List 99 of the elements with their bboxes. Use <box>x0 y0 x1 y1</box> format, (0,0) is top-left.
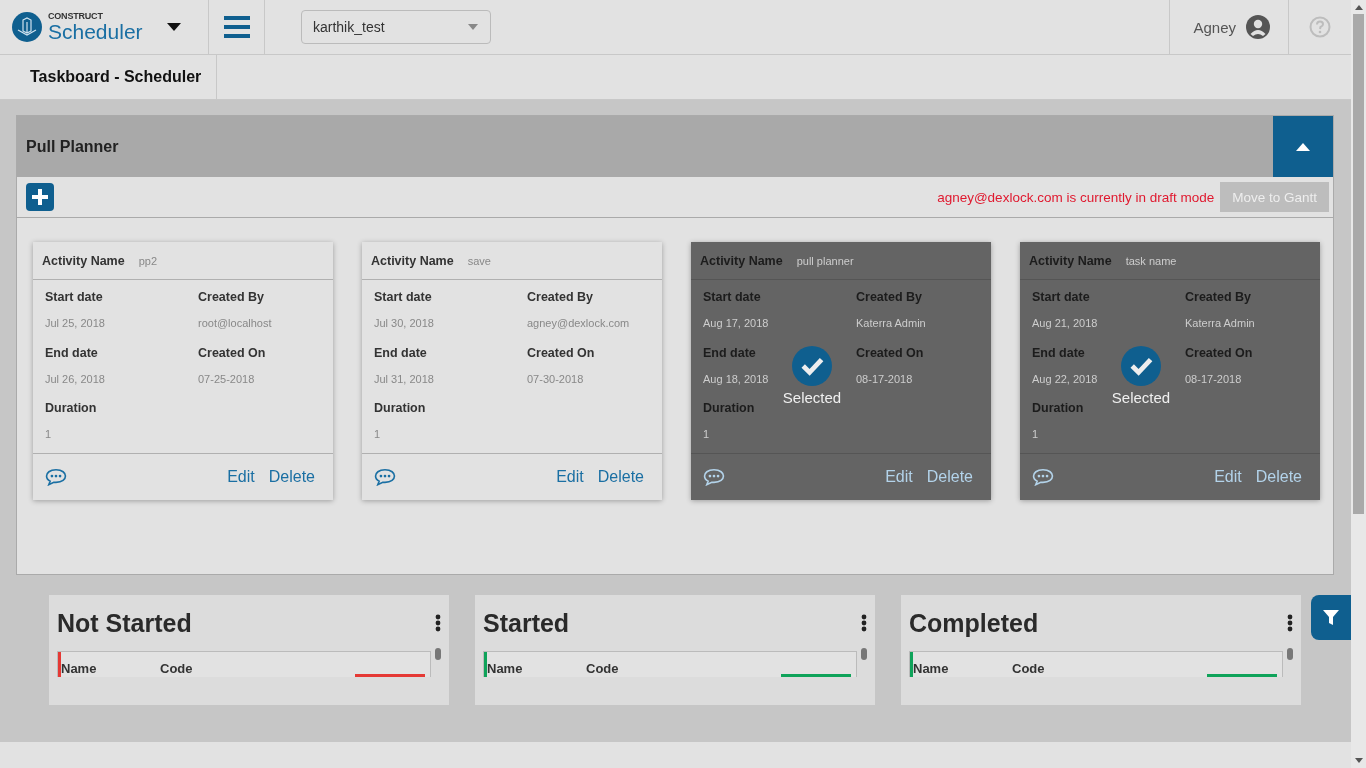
logo-icon <box>12 12 42 42</box>
field-label: Created By <box>1185 290 1252 304</box>
field-value: Aug 17, 2018 <box>703 317 770 330</box>
column-title: Not Started <box>57 608 192 638</box>
more-icon[interactable] <box>435 614 441 632</box>
activity-name: save <box>467 254 491 267</box>
field-value: root@localhost <box>198 317 273 330</box>
field-label: Activity Name <box>42 253 125 268</box>
field-label: Start date <box>45 290 104 304</box>
field-value: Katerra Admin <box>856 317 927 330</box>
field-label: End date <box>374 345 428 360</box>
status-bar <box>355 674 425 677</box>
add-icon[interactable] <box>26 183 54 211</box>
field-label: Duration <box>374 401 427 416</box>
comment-icon[interactable] <box>45 468 67 486</box>
activity-name: pull planner <box>796 254 854 267</box>
field-value: Jul 31, 2018 <box>374 372 435 386</box>
page-scrollbar[interactable] <box>1351 0 1366 768</box>
field-label: Duration <box>703 401 756 416</box>
menu-icon[interactable] <box>223 16 250 38</box>
draft-notice: agney@dexlock.com is currently in draft mode <box>937 189 1215 205</box>
field-value: Jul 30, 2018 <box>374 317 435 330</box>
field-label: Activity Name <box>700 253 783 268</box>
caret-icon[interactable] <box>166 23 181 31</box>
caret-icon[interactable] <box>1296 142 1310 151</box>
field-value: 1 <box>45 428 53 442</box>
logo-subtitle: CONSTRUCT <box>48 12 104 21</box>
selected-label: Selected <box>782 389 842 406</box>
activity-card[interactable]: Activity Name save Start date Jul 30, 2018 Created By agney@dexlock.com End date Jul 31, 2018 Created On 07-30-2018 Duration 1 Edit Delete <box>362 242 662 500</box>
column-header: Code <box>585 660 620 676</box>
delete-link[interactable]: Delete <box>926 468 973 486</box>
more-icon[interactable] <box>1287 614 1293 632</box>
scrollbar-thumb[interactable] <box>435 648 441 660</box>
scrollbar-thumb[interactable] <box>1287 648 1293 660</box>
selected-label: Selected <box>1111 389 1171 406</box>
delete-link[interactable]: Delete <box>1255 468 1302 486</box>
field-label: Created By <box>198 290 265 304</box>
field-label: Start date <box>703 290 762 304</box>
edit-link[interactable]: Edit <box>227 468 255 486</box>
scroll-up-icon[interactable] <box>1354 5 1363 10</box>
field-label: Activity Name <box>1029 253 1112 268</box>
field-value: Aug 21, 2018 <box>1032 317 1099 330</box>
field-label: Created On <box>198 345 267 360</box>
logo-title: Scheduler <box>48 21 143 42</box>
project-select[interactable]: karthik_test <box>301 10 491 44</box>
field-value: 1 <box>1032 428 1040 442</box>
comment-icon[interactable] <box>374 468 396 486</box>
field-value: 1 <box>374 428 382 442</box>
filter-icon[interactable] <box>1323 609 1339 626</box>
field-label: Created By <box>856 290 923 304</box>
field-label: Start date <box>374 290 433 304</box>
field-label: End date <box>1032 345 1086 360</box>
status-bar <box>1207 674 1277 677</box>
scrollbar-thumb[interactable] <box>861 648 867 660</box>
column-header: Name <box>913 660 950 676</box>
panel-title: Pull Planner <box>26 137 119 156</box>
field-value: 08-17-2018 <box>856 372 914 386</box>
edit-link[interactable]: Edit <box>1214 468 1242 486</box>
delete-link[interactable]: Delete <box>268 468 315 486</box>
field-value: Jul 25, 2018 <box>45 317 106 330</box>
column-title: Completed <box>909 608 1039 638</box>
activity-name: pp2 <box>138 254 158 267</box>
more-icon[interactable] <box>861 614 867 632</box>
field-label: End date <box>703 345 757 360</box>
edit-link[interactable]: Edit <box>885 468 913 486</box>
field-label: Created On <box>527 345 596 360</box>
field-value: Aug 22, 2018 <box>1032 372 1099 386</box>
field-value: Jul 26, 2018 <box>45 372 106 386</box>
column-title: Started <box>483 608 570 638</box>
user-icon[interactable] <box>1246 15 1270 39</box>
field-label: Created By <box>527 290 594 304</box>
activity-card[interactable]: Activity Name task name Start date Aug 21, 2018 Created By Katerra Admin End date Aug 22, 2018 Created On 08-17-2018 Duration 1 Edit Delete Selected <box>1020 242 1320 500</box>
column-header: Name <box>487 660 524 676</box>
field-value: 08-17-2018 <box>1185 372 1243 386</box>
activity-card[interactable]: Activity Name pull planner Start date Aug 17, 2018 Created By Katerra Admin End date Aug 18, 2018 Created On 08-17-2018 Duration 1 Edit Delete Selected <box>691 242 991 500</box>
field-value: Katerra Admin <box>1185 317 1256 330</box>
field-label: End date <box>45 345 99 360</box>
column-header: Code <box>159 660 194 676</box>
edit-link[interactable]: Edit <box>556 468 584 486</box>
delete-link[interactable]: Delete <box>597 468 644 486</box>
activity-name: task name <box>1125 254 1177 267</box>
field-value: 07-30-2018 <box>527 372 585 386</box>
filter-button[interactable] <box>1311 595 1351 640</box>
field-label: Duration <box>45 401 98 416</box>
column-header: Code <box>1011 660 1046 676</box>
activity-card[interactable]: Activity Name pp2 Start date Jul 25, 2018 Created By root@localhost End date Jul 26, 2018 Created On 07-25-2018 Duration 1 Edit Delete <box>33 242 333 500</box>
field-value: 1 <box>703 428 711 442</box>
user-name[interactable]: Agney <box>1193 18 1236 36</box>
status-bar <box>781 674 851 677</box>
field-label: Duration <box>1032 401 1085 416</box>
field-value: agney@dexlock.com <box>527 317 631 330</box>
field-label: Created On <box>856 345 925 360</box>
field-label: Created On <box>1185 345 1254 360</box>
field-value: Aug 18, 2018 <box>703 372 770 386</box>
scroll-down-icon[interactable] <box>1354 758 1363 763</box>
field-label: Start date <box>1032 290 1091 304</box>
column-header: Name <box>61 660 98 676</box>
field-label: Activity Name <box>371 253 454 268</box>
field-value: 07-25-2018 <box>198 372 256 386</box>
